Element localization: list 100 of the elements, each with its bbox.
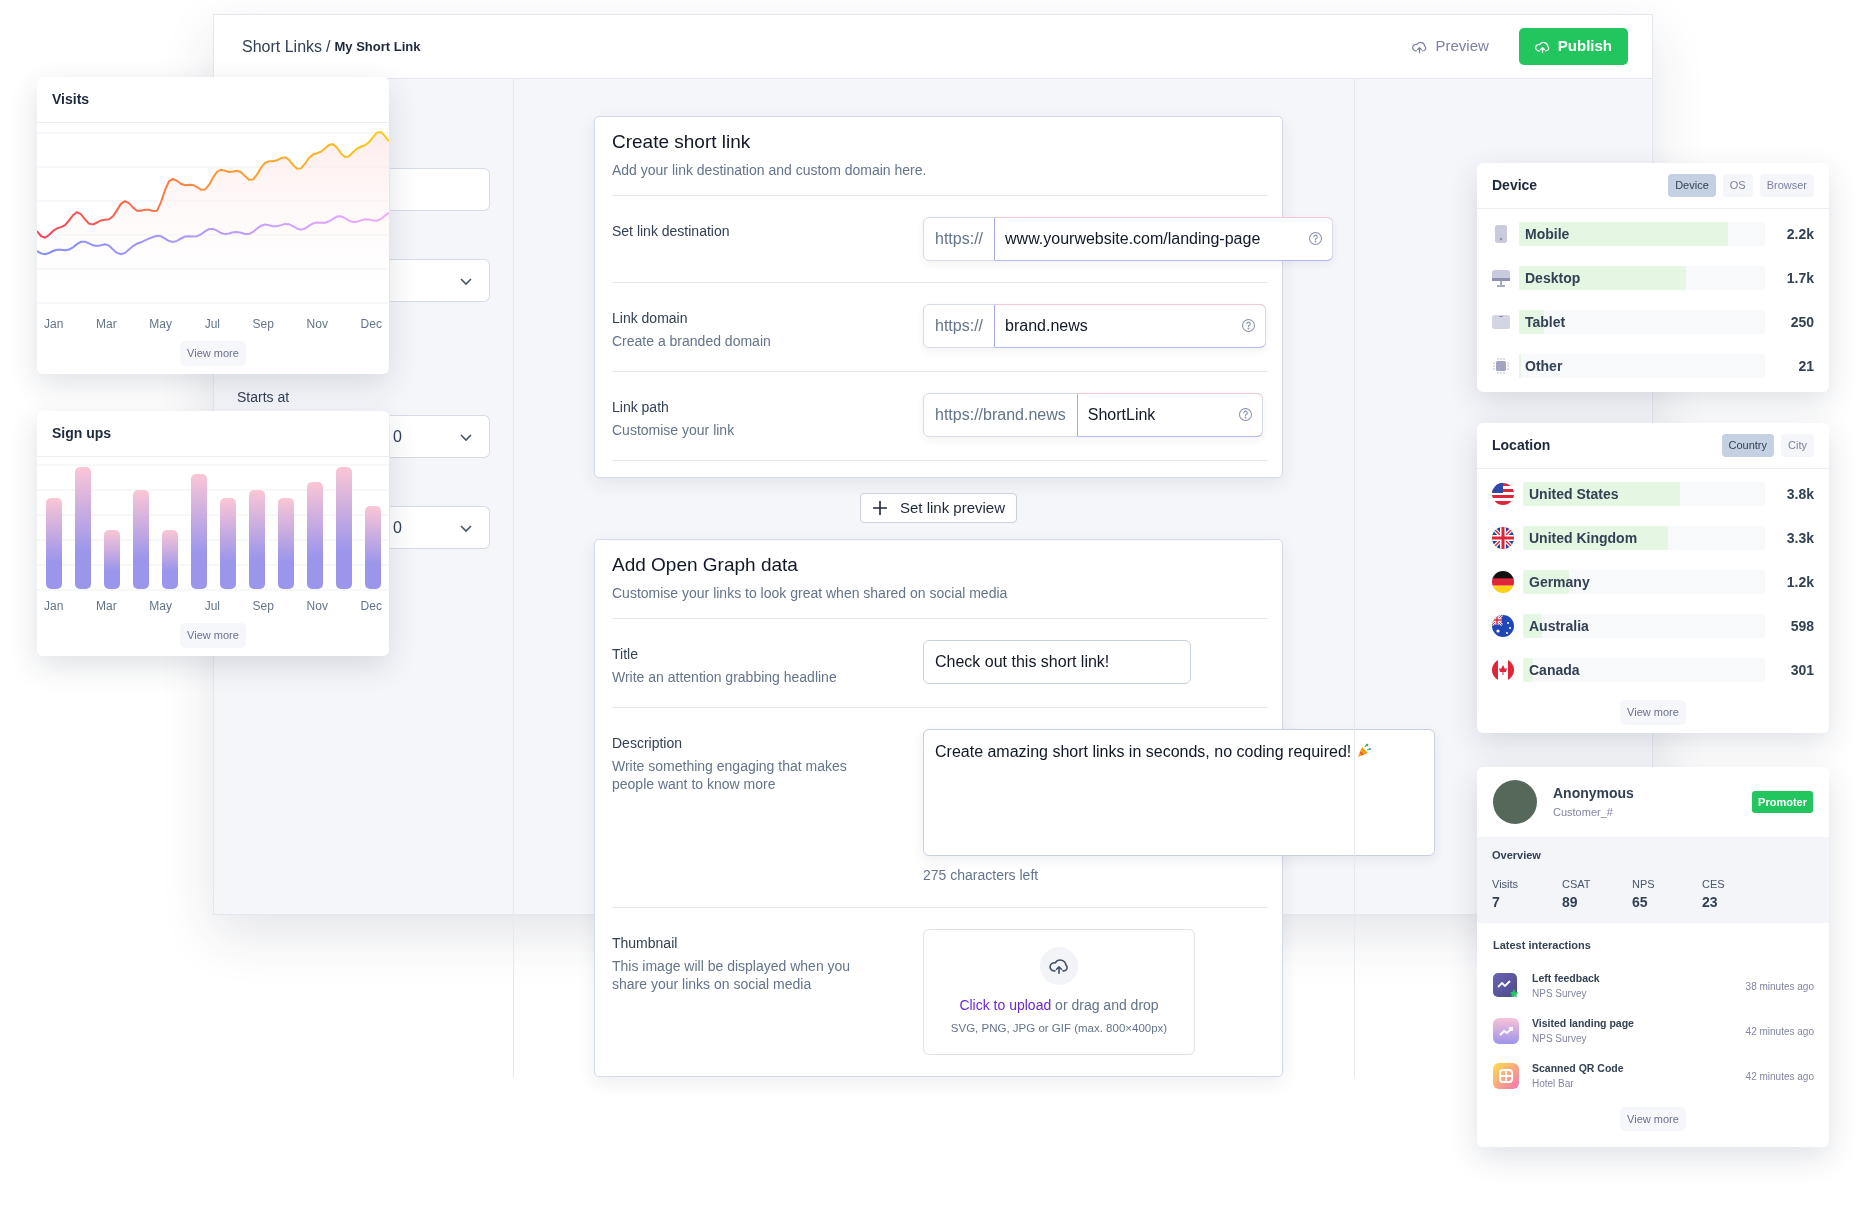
interaction-subtitle: NPS Survey (1532, 987, 1588, 1002)
interaction-title: Scanned QR Code (1532, 1060, 1624, 1076)
url-input-field[interactable]: https:// brand.news (923, 303, 1266, 348)
breadcrumb-current: My Short Link (334, 37, 421, 56)
stat-value: 65 (1632, 893, 1649, 912)
row-value: 2.2k (1785, 224, 1814, 244)
interaction-title: Left feedback (1532, 970, 1600, 986)
plus-icon (871, 500, 888, 517)
interaction-subtitle: Hotel Bar (1532, 1077, 1575, 1092)
field-label: Link domain (612, 308, 689, 328)
flag-icon (1492, 659, 1514, 681)
select-field[interactable] (390, 259, 490, 302)
axis-label: Dec (360, 598, 382, 615)
row-value: 3.3k (1785, 528, 1814, 548)
filter-tab[interactable]: Device (1668, 174, 1716, 197)
title-input-field[interactable]: Check out this short link! (923, 639, 1191, 684)
view-more-button[interactable]: View more (180, 623, 246, 648)
set-link-preview-button[interactable]: Set link preview (859, 493, 1017, 524)
cloud-upload-icon (1534, 39, 1550, 54)
row-label: Canada (1529, 661, 1580, 680)
upload-dropzone[interactable]: Click to upload or drag and drop SVG, PNG, JPG or GIF (max. 800×400px) (923, 929, 1195, 1056)
select-field[interactable]: 0 (390, 415, 490, 458)
bar (104, 530, 120, 589)
customer-handle: Customer_# (1553, 805, 1614, 821)
help-icon[interactable] (1241, 318, 1256, 334)
row-label: United Kingdom (1529, 529, 1638, 548)
card-subtitle: Add your link destination and custom domain here. (612, 160, 928, 180)
view-more-button[interactable]: View more (180, 341, 246, 366)
character-counter: 275 characters left (923, 866, 1040, 886)
chip-icon (1492, 356, 1510, 376)
field-hint: Write an attention grabbing headline (612, 667, 838, 687)
select-field[interactable]: 0 (390, 506, 490, 549)
filter-tab[interactable]: Browser (1759, 174, 1814, 197)
row-label: Desktop (1525, 269, 1581, 288)
interaction-title: Visited landing page (1532, 1015, 1634, 1031)
field-hint: Create a branded domain (612, 331, 772, 350)
row-label: United States (1529, 485, 1619, 504)
field-label: Description (612, 734, 684, 754)
preview-button[interactable]: Preview (1406, 34, 1495, 59)
card-title: Device (1492, 176, 1538, 195)
field-label: Link path (612, 398, 670, 417)
axis-label: Dec (360, 316, 382, 333)
text-field[interactable] (390, 168, 490, 211)
interaction-time: 42 minutes ago (1745, 1024, 1814, 1039)
stat-value: 23 (1702, 893, 1719, 912)
filter-tab[interactable]: Country (1721, 434, 1775, 457)
cloud-upload-icon (1412, 39, 1428, 54)
axis-label: May (149, 598, 172, 615)
grid-icon (1492, 1062, 1520, 1090)
view-more-button[interactable]: View more (1620, 1106, 1686, 1131)
monitor-icon (1492, 268, 1510, 288)
axis-label: Nov (306, 598, 328, 615)
section-title: Latest interactions (1492, 938, 1592, 953)
help-icon[interactable] (1308, 231, 1323, 247)
row-value: 1.7k (1785, 268, 1814, 288)
row-value: 250 (1789, 312, 1814, 332)
view-more-button[interactable]: View more (1620, 700, 1686, 725)
field-label: Starts at (237, 388, 291, 407)
party-popper-icon (1355, 742, 1372, 759)
filter-tab[interactable]: OS (1722, 174, 1753, 197)
help-icon[interactable] (1238, 407, 1253, 423)
upload-instructions: Click to upload or drag and drop (959, 996, 1159, 1016)
card-title: Visits (52, 90, 90, 109)
stat-label: Visits (1492, 876, 1520, 892)
bar (162, 530, 178, 589)
axis-label: May (149, 316, 172, 333)
section-title: Overview (1492, 848, 1542, 863)
stat-label: CSAT (1562, 876, 1592, 892)
row-label: Tablet (1525, 313, 1566, 332)
row-value: 598 (1789, 616, 1814, 636)
card-subtitle: Customise your links to look great when shared on social media (612, 583, 1009, 603)
row-value: 3.8k (1785, 484, 1814, 504)
upload-link[interactable]: Click to upload (959, 997, 1052, 1014)
url-input-field[interactable]: https:// www.yourwebsite.com/landing-page (923, 216, 1333, 261)
card-title: Add Open Graph data (612, 554, 799, 577)
breadcrumb-link[interactable]: Short Links (242, 34, 323, 59)
interaction-time: 42 minutes ago (1745, 1069, 1814, 1084)
url-input-field[interactable]: https://brand.news ShortLink (923, 393, 1263, 437)
row-label: Mobile (1525, 225, 1570, 244)
row-label: Australia (1529, 617, 1589, 636)
field-hint: This image will be displayed when you share your links on social media (612, 957, 852, 994)
interaction-time: 38 minutes ago (1745, 979, 1814, 994)
axis-label: Jan (44, 598, 64, 615)
cloud-upload-icon (1049, 957, 1069, 976)
axis-label: Nov (306, 316, 328, 333)
filter-tab[interactable]: City (1781, 434, 1814, 457)
flag-icon (1492, 615, 1514, 637)
axis-label: Sep (252, 598, 274, 615)
interaction-subtitle: NPS Survey (1532, 1032, 1588, 1047)
avatar-placeholder (1493, 780, 1537, 824)
flag-icon (1492, 483, 1514, 505)
description-field[interactable]: Create amazing short links in seconds, no coding required! (923, 729, 1435, 857)
axis-label: Mar (96, 598, 117, 615)
stat-label: NPS (1632, 876, 1656, 892)
axis-label: Sep (252, 316, 274, 333)
stat-value: 7 (1492, 893, 1501, 912)
flag-icon (1492, 527, 1514, 549)
trend-up-icon (1492, 1017, 1520, 1045)
field-hint: Write something engaging that makes people want to know more (612, 757, 848, 794)
field-label: Title (612, 644, 639, 664)
